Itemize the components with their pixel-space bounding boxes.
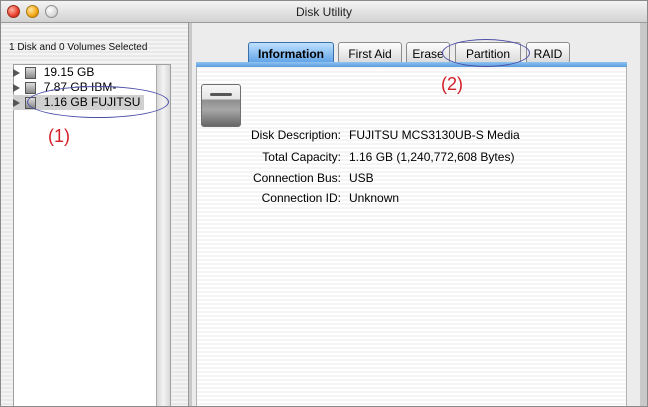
hard-disk-icon bbox=[201, 84, 241, 127]
disk-item-label: 19.15 GB bbox=[43, 65, 95, 79]
info-value: Unknown bbox=[349, 191, 400, 205]
disclosure-triangle-icon[interactable] bbox=[13, 68, 20, 77]
annotation-circle-1 bbox=[27, 86, 169, 118]
tab-first-aid[interactable]: First Aid bbox=[338, 42, 402, 64]
tab-raid[interactable]: RAID bbox=[526, 42, 570, 64]
window-edge bbox=[640, 23, 647, 406]
selection-status: 1 Disk and 0 Volumes Selected bbox=[9, 42, 148, 53]
disk-sidebar: 1 Disk and 0 Volumes Selected 19.15 GB 7… bbox=[1, 23, 188, 406]
disk-utility-window: Disk Utility 1 Disk and 0 Volumes Select… bbox=[0, 0, 648, 407]
information-panel bbox=[196, 67, 627, 406]
connection-bus-row: Connection Bus: USB bbox=[201, 170, 601, 186]
total-capacity-row: Total Capacity: 1.16 GB (1,240,772,608 B… bbox=[201, 149, 601, 165]
window-title: Disk Utility bbox=[296, 5, 352, 19]
info-label: Disk Description: bbox=[250, 128, 341, 142]
disclosure-triangle-icon[interactable] bbox=[13, 83, 20, 92]
info-value: 1.16 GB (1,240,772,608 Bytes) bbox=[349, 150, 515, 164]
title-bar: Disk Utility bbox=[1, 1, 647, 23]
drive-icon bbox=[25, 66, 37, 79]
annotation-circle-2 bbox=[442, 39, 530, 67]
annotation-label-2: (2) bbox=[441, 74, 463, 94]
info-value: USB bbox=[349, 171, 374, 185]
info-label: Total Capacity: bbox=[262, 150, 341, 164]
annotation-label-1: (1) bbox=[48, 126, 70, 146]
drive-icon bbox=[25, 81, 37, 94]
disclosure-triangle-icon[interactable] bbox=[13, 98, 20, 107]
disk-description-row: Disk Description: FUJITSU MCS3130UB-S Me… bbox=[201, 127, 601, 143]
disk-item-19gb[interactable]: 19.15 GB bbox=[13, 65, 94, 80]
info-label: Connection Bus: bbox=[252, 171, 341, 185]
info-value: FUJITSU MCS3130UB-S Media bbox=[349, 128, 520, 142]
info-label: Connection ID: bbox=[261, 191, 341, 205]
disk-list-scrollbar[interactable] bbox=[156, 65, 170, 406]
connection-id-row: Connection ID: Unknown bbox=[201, 190, 601, 206]
tab-information[interactable]: Information bbox=[248, 42, 334, 64]
